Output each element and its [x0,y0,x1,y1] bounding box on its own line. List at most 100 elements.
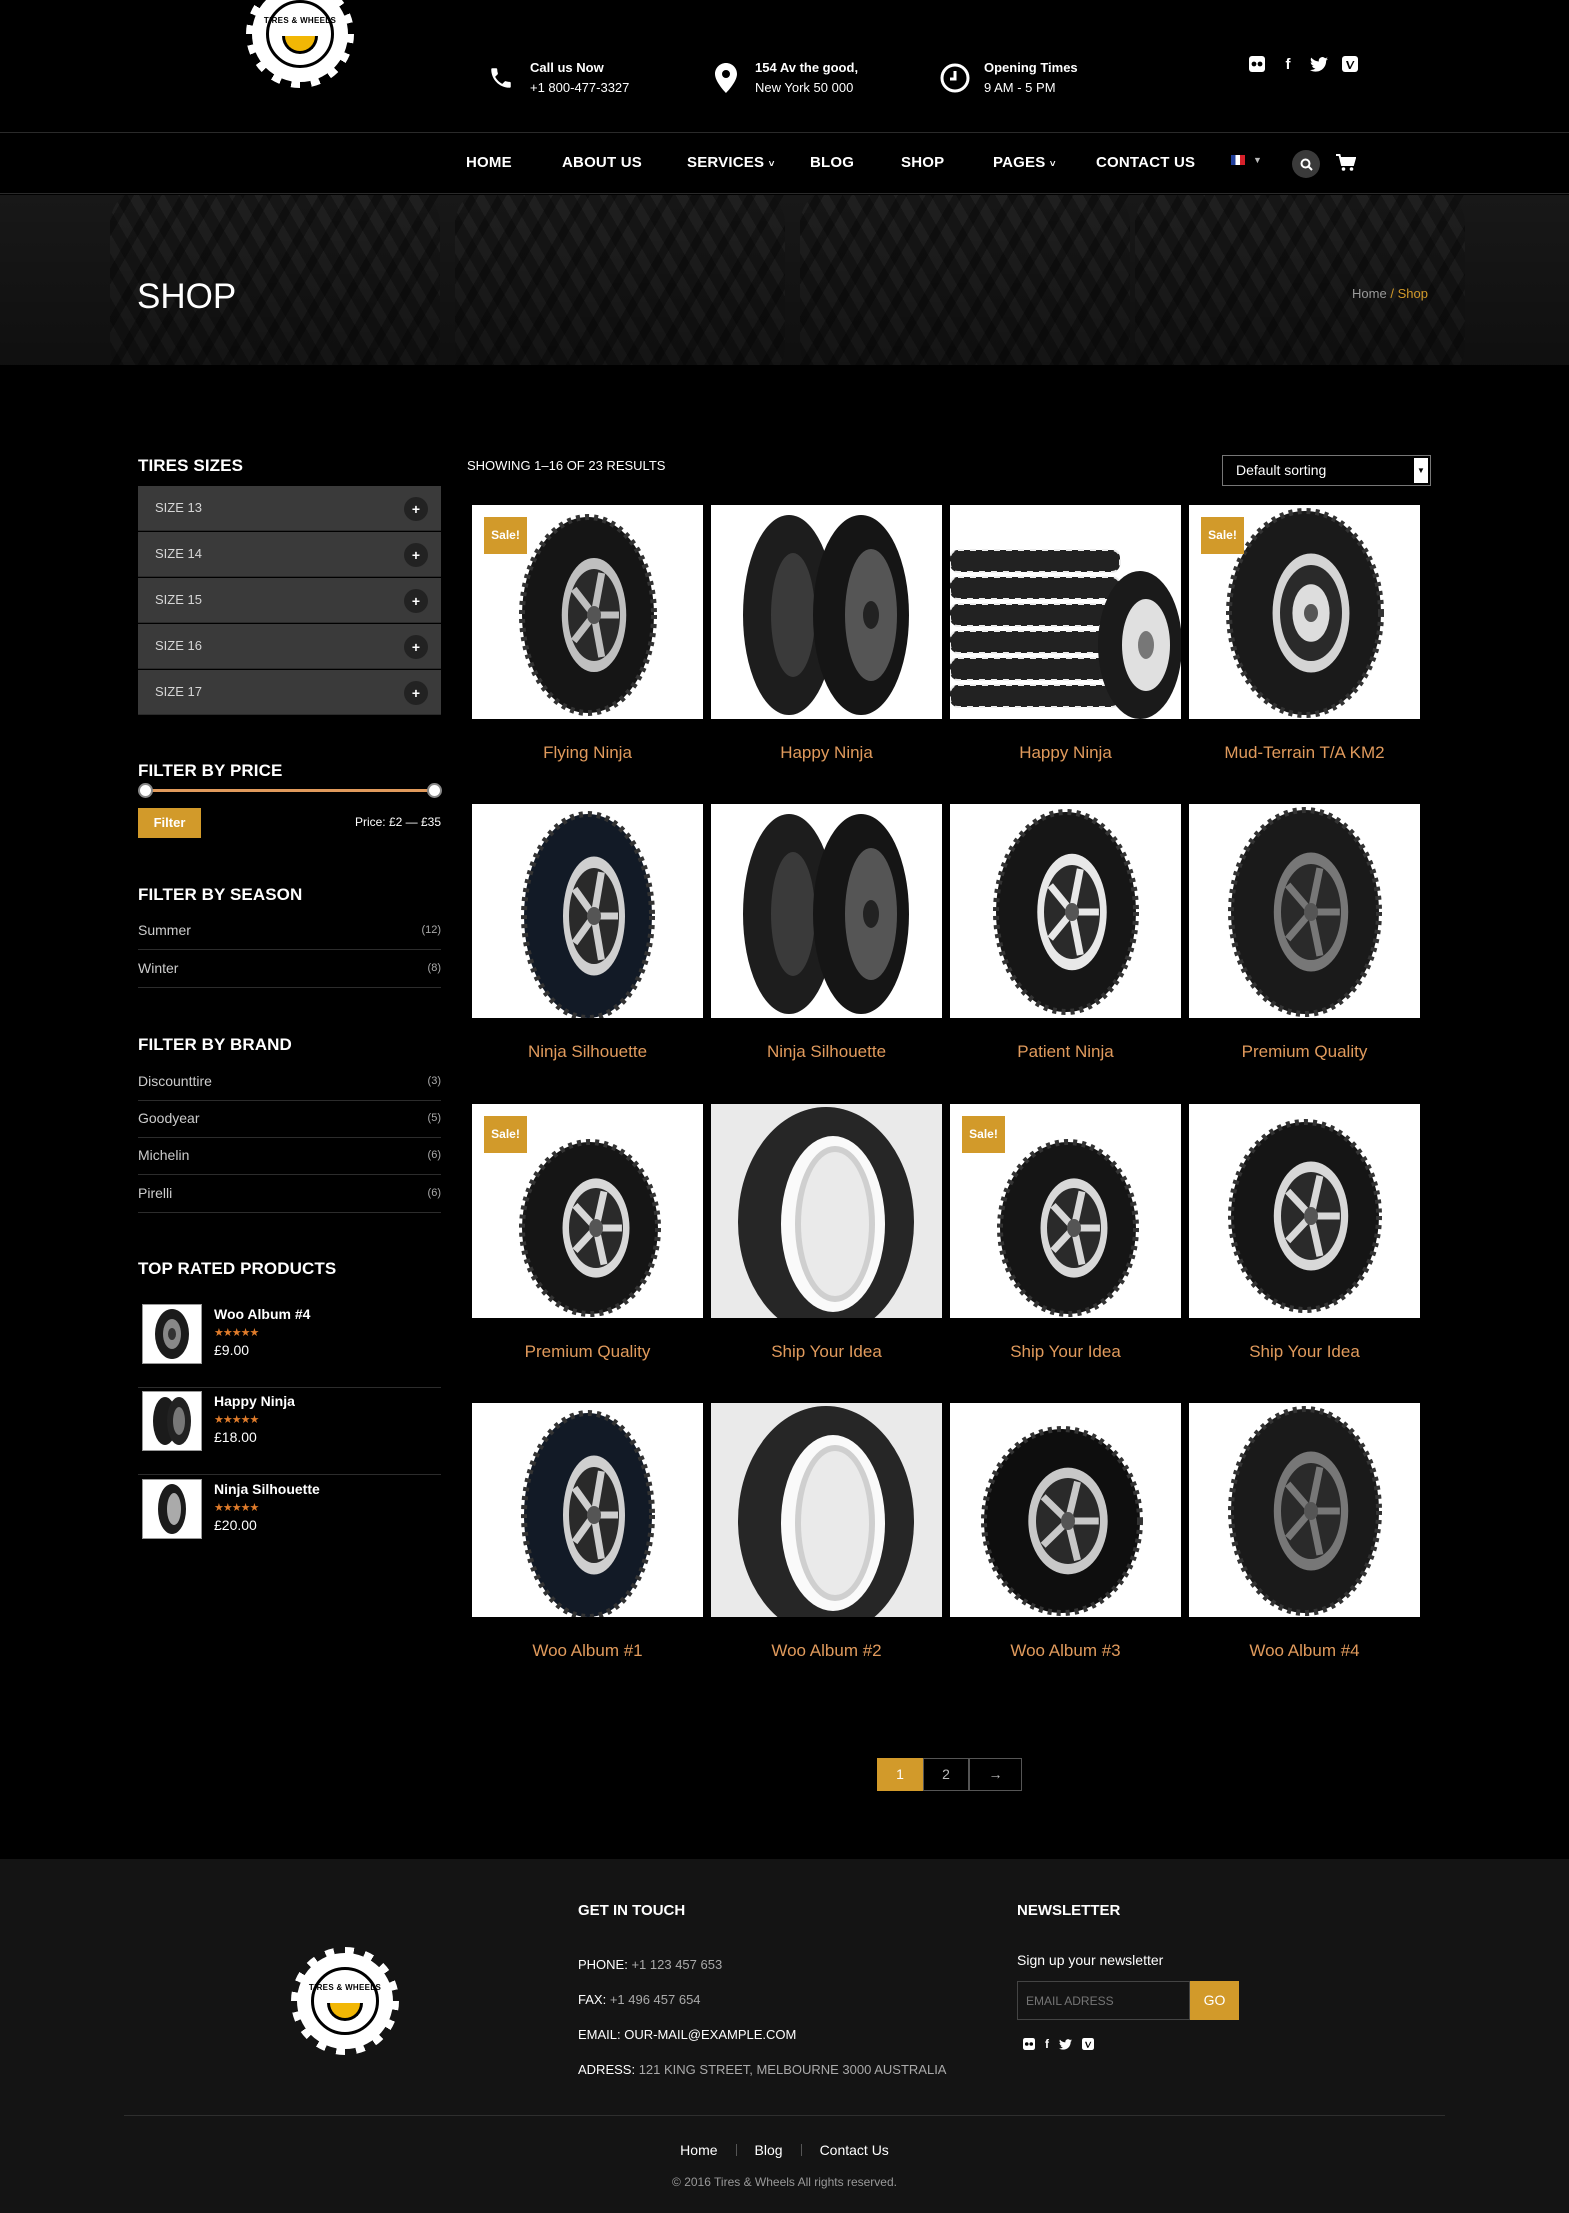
product-title[interactable]: Happy Ninja [950,743,1181,763]
product-card[interactable]: Woo Album #3 [950,1403,1181,1673]
product-image[interactable] [711,1104,942,1318]
cart-icon[interactable] [1336,154,1357,177]
product-title[interactable]: Ship Your Idea [711,1342,942,1362]
twitter-icon[interactable] [1310,55,1328,73]
vimeo-icon[interactable] [1082,2037,1094,2055]
product-title[interactable]: Flying Ninja [472,743,703,763]
top-rated-item[interactable]: Woo Album #4 ★★★★★ £9.00 [138,1300,441,1388]
product-card[interactable]: Sale! Flying Ninja [472,505,703,775]
footer-logo[interactable]: TIRES & WHEELS [291,1947,399,2055]
newsletter-go-button[interactable]: GO [1190,1981,1239,2020]
brand-pirelli[interactable]: Pirelli (6) [138,1175,441,1213]
product-image[interactable] [1189,804,1420,1018]
size-filter-15[interactable]: SIZE 15 + [138,578,441,623]
page-2-button[interactable]: 2 [923,1758,969,1791]
season-summer[interactable]: Summer (12) [138,912,441,950]
product-title[interactable]: Happy Ninja [711,743,942,763]
size-filter-13[interactable]: SIZE 13 + [138,486,441,531]
product-title[interactable]: Ship Your Idea [1189,1342,1420,1362]
season-winter[interactable]: Winter (8) [138,950,441,988]
top-rated-item[interactable]: Happy Ninja ★★★★★ £18.00 [138,1387,441,1475]
nav-home[interactable]: HOME [466,154,512,171]
product-image[interactable] [472,1403,703,1617]
product-card[interactable]: Ship Your Idea [1189,1104,1420,1374]
brand-discounttire[interactable]: Discounttire (3) [138,1063,441,1101]
product-card[interactable]: Happy Ninja [950,505,1181,775]
breadcrumb-home[interactable]: Home [1352,286,1387,301]
product-image[interactable] [950,1403,1181,1617]
product-image[interactable] [950,505,1181,719]
product-thumbnail[interactable] [142,1391,202,1451]
product-title[interactable]: Ninja Silhouette [711,1042,942,1062]
product-title[interactable]: Ship Your Idea [950,1342,1181,1362]
product-card[interactable]: Ship Your Idea [711,1104,942,1374]
vimeo-icon[interactable] [1341,55,1359,73]
product-card[interactable]: Ninja Silhouette [472,804,703,1074]
product-card[interactable]: Woo Album #1 [472,1403,703,1673]
flickr-icon[interactable] [1023,2037,1035,2055]
sorting-select[interactable]: Default sorting ▼ [1222,455,1431,486]
product-title[interactable]: Premium Quality [1189,1042,1420,1062]
product-card[interactable]: Ninja Silhouette [711,804,942,1074]
nav-pages[interactable]: PAGES ˅ [993,154,1056,171]
nav-shop[interactable]: SHOP [901,154,944,171]
flickr-icon[interactable] [1248,55,1266,73]
product-card[interactable]: Woo Album #2 [711,1403,942,1673]
price-slider-max-handle[interactable] [427,783,442,798]
language-switcher[interactable]: ▼ [1231,155,1262,165]
nav-blog[interactable]: BLOG [810,154,854,171]
filter-button[interactable]: Filter [138,808,201,838]
product-image[interactable] [1189,1104,1420,1318]
nav-contact-us[interactable]: CONTACT US [1096,154,1195,171]
product-title[interactable]: Woo Album #3 [950,1641,1181,1661]
product-card[interactable]: Premium Quality [1189,804,1420,1074]
product-image[interactable] [1189,1403,1420,1617]
price-slider-track[interactable] [145,789,434,792]
facebook-icon[interactable]: f [1279,55,1297,73]
top-rated-item[interactable]: Ninja Silhouette ★★★★★ £20.00 [138,1475,441,1563]
product-card[interactable]: Patient Ninja [950,804,1181,1074]
plus-icon[interactable]: + [404,497,428,521]
brand-goodyear[interactable]: Goodyear (5) [138,1100,441,1138]
product-card[interactable]: Happy Ninja [711,505,942,775]
footer-link-blog[interactable]: Blog [755,2142,783,2158]
product-image[interactable] [711,1403,942,1617]
site-logo[interactable]: TIRES & WHEELS [246,0,354,88]
product-title[interactable]: Woo Album #2 [711,1641,942,1661]
price-slider-min-handle[interactable] [138,783,153,798]
size-filter-14[interactable]: SIZE 14 + [138,532,441,577]
nav-about-us[interactable]: ABOUT US [562,154,642,171]
product-image[interactable] [711,505,942,719]
product-title[interactable]: Premium Quality [472,1342,703,1362]
size-filter-16[interactable]: SIZE 16 + [138,624,441,669]
product-image[interactable] [711,804,942,1018]
page-1-button[interactable]: 1 [877,1758,923,1791]
product-title[interactable]: Mud-Terrain T/A KM2 [1189,743,1420,763]
product-title[interactable]: Woo Album #4 [1189,1641,1420,1661]
facebook-icon[interactable]: f [1045,2037,1049,2055]
plus-icon[interactable]: + [404,543,428,567]
product-image[interactable] [950,804,1181,1018]
footer-link-contact[interactable]: Contact Us [820,2142,889,2158]
product-thumbnail[interactable] [142,1479,202,1539]
product-title[interactable]: Ninja Silhouette [472,1042,703,1062]
product-card[interactable]: Woo Album #4 [1189,1403,1420,1673]
brand-michelin[interactable]: Michelin (6) [138,1137,441,1175]
product-card[interactable]: Sale! Ship Your Idea [950,1104,1181,1374]
newsletter-email-input[interactable] [1017,1981,1190,2020]
plus-icon[interactable]: + [404,681,428,705]
plus-icon[interactable]: + [404,589,428,613]
nav-services[interactable]: SERVICES ˅ [687,154,775,171]
size-filter-17[interactable]: SIZE 17 + [138,670,441,715]
next-page-button[interactable]: → [969,1758,1022,1791]
product-title[interactable]: Patient Ninja [950,1042,1181,1062]
product-card[interactable]: Sale! Premium Quality [472,1104,703,1374]
footer-link-home[interactable]: Home [680,2142,717,2158]
product-thumbnail[interactable] [142,1304,202,1364]
twitter-icon[interactable] [1059,2037,1072,2055]
product-card[interactable]: Sale! Mud-Terrain T/A KM2 [1189,505,1420,775]
product-title[interactable]: Woo Album #1 [472,1641,703,1661]
search-icon[interactable] [1292,150,1320,178]
plus-icon[interactable]: + [404,635,428,659]
product-image[interactable] [472,804,703,1018]
